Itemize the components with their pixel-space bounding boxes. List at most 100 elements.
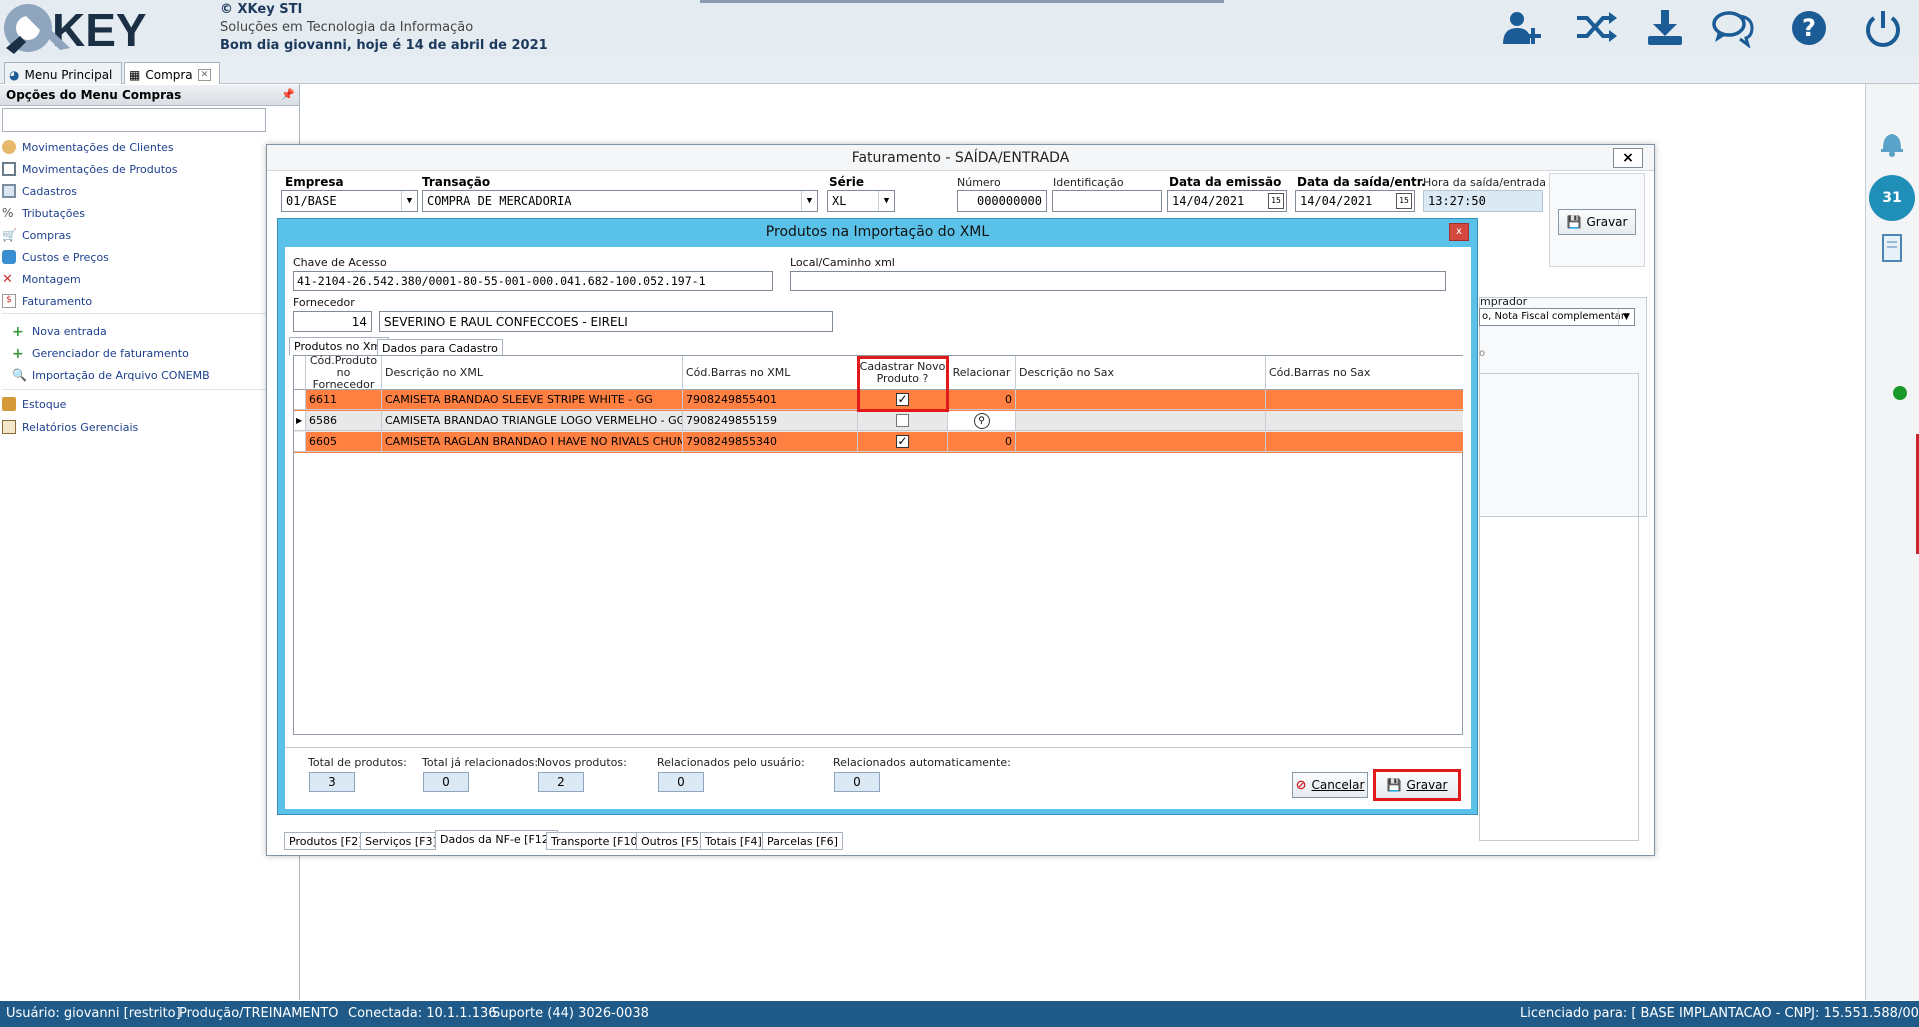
cell-desc: CAMISETA BRANDAO TRIANGLE LOGO VERMELHO … — [382, 411, 683, 431]
tab-totais[interactable]: Totais [F4] — [700, 832, 767, 850]
tab-servicos[interactable]: Serviços [F3] — [360, 832, 442, 850]
col-cod-produto[interactable]: Cód.Produto no Fornecedor — [306, 354, 382, 390]
chave-label: Chave de Acesso — [293, 256, 387, 269]
bell-icon[interactable] — [1875, 125, 1909, 159]
save-button[interactable]: 💾 Gravar — [1373, 769, 1461, 801]
row-selector-arrow-icon[interactable]: ▶ — [294, 411, 306, 431]
cell-barras: 7908249855159 — [683, 411, 858, 431]
search-icon[interactable]: ⚲ — [973, 412, 990, 429]
transacao-label: Transação — [422, 175, 491, 189]
tab-parcelas[interactable]: Parcelas [F6] — [762, 832, 843, 850]
sidebar-item-custos-precos[interactable]: Custos e Preços — [2, 247, 109, 267]
chevron-down-icon: ▼ — [801, 191, 817, 211]
faturamento-close-button[interactable]: × — [1613, 148, 1643, 168]
tab-outros[interactable]: Outros [F5] — [636, 832, 709, 850]
save-button[interactable]: 💾 Gravar — [1558, 209, 1636, 235]
xml-dialog-close-button[interactable]: x — [1449, 223, 1469, 241]
tools-icon: ✕ — [2, 272, 13, 287]
tab-transporte[interactable]: Transporte [F10] — [546, 832, 647, 850]
tab-menu-principal[interactable]: ◕ Menu Principal — [4, 62, 122, 84]
cancel-button[interactable]: ⊘ Cancelar — [1292, 772, 1368, 798]
serie-value: XL — [832, 194, 847, 208]
sidebar-item-cadastros[interactable]: Cadastros — [2, 181, 77, 201]
brand-tagline: Soluções em Tecnologia da Informação — [220, 20, 474, 35]
row-selector[interactable] — [294, 390, 306, 410]
saida-date-input[interactable]: 14/04/2021 15 — [1295, 190, 1415, 212]
sidebar-item-relatorios[interactable]: Relatórios Gerenciais — [2, 417, 138, 437]
sidebar-search-input[interactable] — [2, 108, 266, 132]
hora-input[interactable]: 13:27:50 — [1423, 190, 1543, 212]
summary-usuario-label: Relacionados pelo usuário: — [657, 756, 805, 769]
sidebar-subitem-conemb[interactable]: 🔍 Importação de Arquivo CONEMB — [12, 365, 210, 385]
sidebar-item-label: Custos e Preços — [22, 250, 109, 264]
nota-value: o, Nota Fiscal complementar — [1482, 311, 1625, 322]
calendar-icon[interactable]: 15 — [1396, 193, 1412, 209]
fornecedor-name-input[interactable]: SEVERINO E RAUL CONFECCOES - EIRELI — [379, 311, 833, 332]
help-icon[interactable]: ? — [1786, 8, 1832, 48]
col-cod-barras-sax[interactable]: Cód.Barras no Sax — [1266, 356, 1463, 390]
col-cod-barras-xml[interactable]: Cód.Barras no XML — [683, 356, 858, 390]
calendar-icon[interactable]: 15 — [1268, 193, 1284, 209]
fornecedor-code-input[interactable]: 14 — [293, 311, 372, 332]
cell-barras-sax — [1266, 390, 1463, 410]
chave-input[interactable]: 41-2104-26.542.380/0001-80-55-001-000.04… — [293, 271, 773, 291]
summary-relacionados-label: Total já relacionados: — [422, 756, 539, 769]
tab-compra[interactable]: ▦ Compra ✕ — [124, 62, 220, 84]
sidebar-title: Opções do Menu Compras 📌 — [0, 85, 299, 106]
sidebar-item-label: Estoque — [22, 397, 67, 411]
sidebar-item-montagem[interactable]: ✕ Montagem — [2, 269, 81, 289]
serie-select[interactable]: XL ▼ — [827, 190, 895, 212]
pin-icon[interactable]: 📌 — [281, 88, 295, 101]
download-icon[interactable] — [1642, 8, 1688, 48]
saida-label: Data da saída/entr. — [1297, 175, 1426, 189]
novo-produto-checkbox[interactable]: ✓ — [896, 435, 909, 448]
col-descricao-sax[interactable]: Descrição no Sax — [1016, 356, 1266, 390]
novo-produto-checkbox[interactable] — [896, 414, 909, 427]
tab-produtos[interactable]: Produtos [F2] — [284, 832, 368, 850]
nota-select[interactable]: o, Nota Fiscal complementar ▼ — [1479, 308, 1635, 326]
table-row[interactable]: 6605 CAMISETA RAGLAN BRANDAO I HAVE NO R… — [294, 432, 1463, 453]
cell-desc: CAMISETA RAGLAN BRANDAO I HAVE NO RIVALS… — [382, 432, 683, 452]
tab-close-icon[interactable]: ✕ — [197, 69, 212, 81]
comprador-label: mprador — [1480, 295, 1528, 308]
chat-icon[interactable] — [1710, 8, 1756, 48]
row-selector[interactable] — [294, 432, 306, 452]
sidebar-subitem-gerenciador[interactable]: + Gerenciador de faturamento — [12, 343, 189, 363]
power-icon[interactable] — [1860, 8, 1906, 48]
sidebar-item-faturamento[interactable]: $ Faturamento — [2, 291, 92, 311]
cell-desc-sax — [1016, 411, 1266, 431]
table-row[interactable]: ▶ 6586 CAMISETA BRANDAO TRIANGLE LOGO VE… — [294, 411, 1463, 432]
sidebar-item-tributacoes[interactable]: % Tributações — [2, 203, 85, 223]
saida-value: 14/04/2021 — [1300, 194, 1373, 208]
cell-cod: 6586 — [306, 411, 382, 431]
add-user-icon[interactable] — [1499, 8, 1545, 48]
sidebar-item-estoque[interactable]: Estoque — [2, 394, 66, 414]
tab-label: Compra — [145, 68, 193, 82]
sidebar-title-text: Opções do Menu Compras — [6, 88, 182, 102]
empresa-select[interactable]: 01/BASE ▼ — [281, 190, 418, 212]
col-descricao-xml[interactable]: Descrição no XML — [382, 356, 683, 390]
sidebar-item-compras[interactable]: 🛒 Compras — [2, 225, 71, 245]
numero-input[interactable]: 000000000 — [957, 190, 1047, 212]
serie-label: Série — [829, 175, 864, 189]
xkey-logo: KEY — [4, 4, 147, 56]
sidebar-item-movimentacoes-produtos[interactable]: Movimentações de Produtos — [2, 159, 178, 179]
transacao-select[interactable]: COMPRA DE MERCADORIA ▼ — [422, 190, 818, 212]
status-support: Suporte (44) 3026-0038 — [492, 1006, 649, 1021]
local-input[interactable] — [790, 271, 1446, 291]
sidebar-item-movimentacoes-clientes[interactable]: Movimentações de Clientes — [2, 137, 174, 157]
clients-icon — [2, 140, 16, 154]
svg-text:?: ? — [1802, 14, 1816, 42]
percent-icon: % — [2, 206, 14, 220]
notebook-icon[interactable] — [1877, 232, 1907, 264]
tab-dados-nfe[interactable]: Dados da NF-e [F12] — [435, 830, 559, 850]
summary-total-label: Total de produtos: — [308, 756, 407, 769]
identificacao-input[interactable] — [1052, 190, 1162, 212]
shuffle-icon[interactable] — [1573, 8, 1619, 48]
emissao-date-input[interactable]: 14/04/2021 15 — [1167, 190, 1287, 212]
col-relacionar[interactable]: Relacionar — [948, 356, 1016, 390]
calendar-icon[interactable]: 31 — [1869, 175, 1915, 221]
cell-novo — [858, 411, 948, 431]
home-icon: ◕ — [9, 68, 20, 82]
sidebar-subitem-nova-entrada[interactable]: + Nova entrada — [12, 321, 107, 341]
